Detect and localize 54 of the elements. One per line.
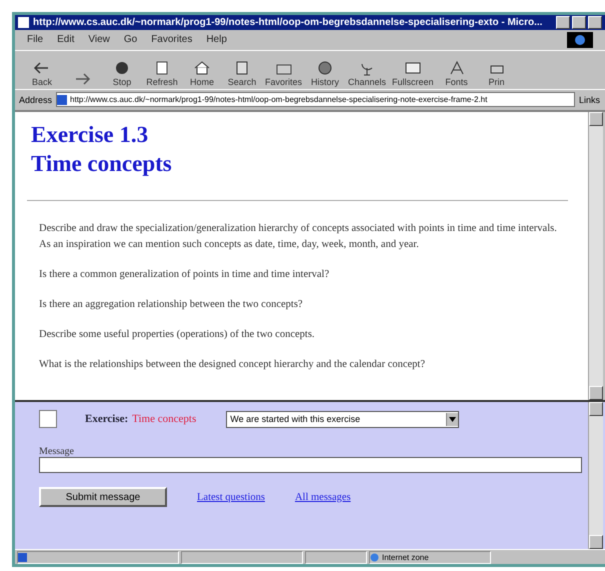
toolbar-button[interactable]: Favorites (265, 60, 302, 87)
close-button[interactable] (588, 16, 602, 29)
exercise-text: Is there a common generalization of points in time and time interval? (39, 268, 330, 282)
screen-icon (404, 60, 422, 76)
back-arrow-icon (33, 60, 51, 76)
toolbar-button[interactable]: History (308, 60, 342, 87)
toolbar-button[interactable]: Refresh (145, 60, 179, 87)
submit-button[interactable]: Submit message (39, 487, 167, 508)
font-icon (448, 60, 466, 76)
exercise-text: Describe and draw the specialization/generalization hierarchy of concepts associated with points in time and time intervals. As an inspiration we can mention such concepts as date, time, day, week, month, and year. (39, 222, 558, 252)
toolbar-button[interactable]: Stop (105, 60, 139, 87)
window-title: http://www.cs.auc.dk/~normark/prog1-99/notes-html/oop-om-begrebsdannelse-specialisering-exto - Micro... (33, 16, 544, 28)
minimize-button[interactable] (556, 16, 570, 29)
maximize-button[interactable] (572, 16, 586, 29)
scrollbar[interactable] (588, 112, 603, 400)
status-dropdown[interactable]: We are started with this exercise (226, 410, 460, 428)
menu-item[interactable]: Favorites (151, 34, 192, 46)
exercise-heading: Time concepts (31, 150, 173, 178)
exercise-text: What is the relationships between the designed concept hierarchy and the calendar concept? (39, 358, 426, 372)
toolbar-button[interactable]: Channels (348, 60, 386, 87)
address-label: Address (19, 94, 52, 105)
toolbar-button[interactable]: Back (25, 60, 59, 87)
exercise-label: Exercise: (85, 413, 128, 426)
message-label: Message (39, 446, 75, 458)
caret-icon (449, 416, 456, 422)
exercise-heading: Exercise 1.3 (31, 120, 150, 148)
page-icon (57, 94, 68, 105)
toolbar-button[interactable]: Search (225, 60, 259, 87)
scrollbar[interactable] (588, 402, 603, 550)
nav-link[interactable]: Latest questions (197, 492, 265, 503)
done-checkbox[interactable] (39, 410, 57, 428)
status-pane (305, 550, 367, 564)
toolbar-button[interactable]: Prin (480, 60, 514, 87)
exercise-text: Describe some useful properties (operations) of the two concepts. (39, 328, 316, 342)
menu-item[interactable]: View (88, 34, 110, 46)
toolbar-button[interactable]: Fullscreen (392, 60, 434, 87)
page-icon (18, 16, 29, 28)
zone-label: Internet zone (382, 552, 429, 562)
exercise-name: Time concepts (132, 413, 196, 426)
message-field[interactable] (39, 457, 582, 474)
stop-icon (113, 60, 131, 76)
page-icon (18, 552, 27, 562)
house-icon (193, 60, 211, 76)
forward-arrow-icon (73, 70, 91, 87)
address-field[interactable]: http://www.cs.auc.dk/~normark/prog1-99/notes-html/oop-om-begrebsdannelse-specialisering-note-exercise-frame-2.ht (56, 92, 576, 108)
links-label[interactable]: Links (579, 94, 600, 105)
toolbar-button[interactable]: Home (185, 60, 219, 87)
menu-item[interactable]: Go (124, 34, 138, 46)
toolbar-button[interactable]: Fonts (440, 60, 474, 87)
exercise-text: Is there an aggregation relationship between the two concepts? (39, 298, 304, 312)
nav-link[interactable]: All messages (294, 492, 351, 503)
menu-item[interactable]: Help (206, 34, 227, 46)
menu-item[interactable]: Edit (57, 34, 74, 46)
menu-item[interactable]: File (27, 34, 44, 46)
